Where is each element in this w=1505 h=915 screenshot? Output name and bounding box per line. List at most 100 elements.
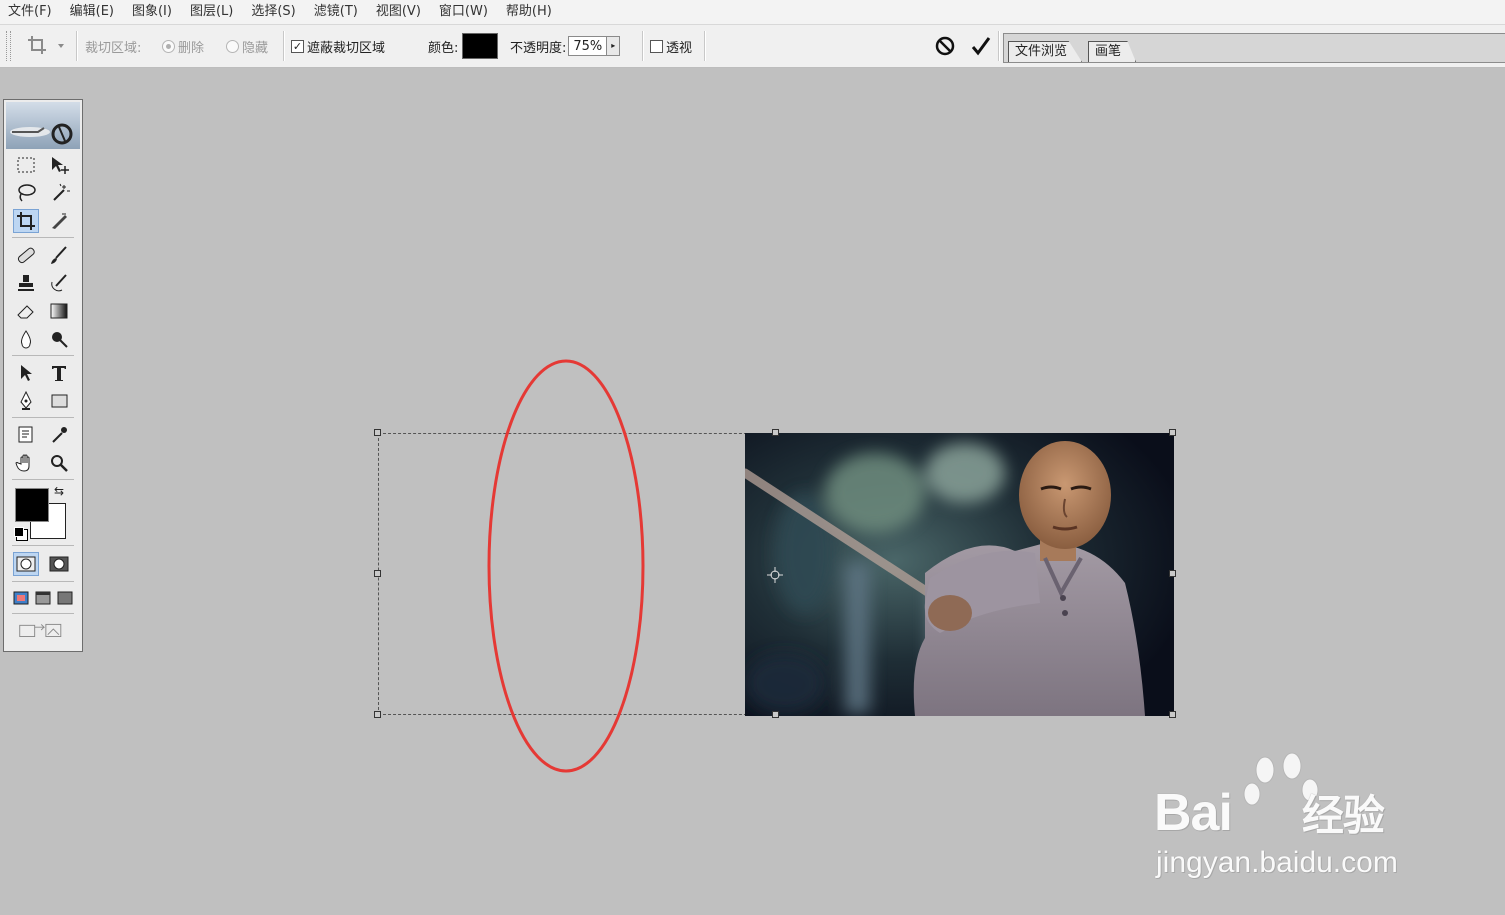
crop-handle-middle-right[interactable] xyxy=(1169,570,1176,577)
toolbox-separator xyxy=(12,545,74,546)
lasso-icon xyxy=(18,184,36,202)
hide-radio[interactable]: 隐藏 xyxy=(226,25,268,67)
marquee-tool[interactable] xyxy=(13,153,39,177)
gradient-tool[interactable] xyxy=(46,299,72,323)
palette-well: 文件浏览 画笔 xyxy=(1003,33,1505,63)
rectangular-marquee-icon xyxy=(17,157,35,173)
toolbox-separator xyxy=(12,479,74,480)
menu-view[interactable]: 视图(V) xyxy=(367,0,430,24)
lasso-tool[interactable] xyxy=(13,181,39,205)
crop-handle-top-center[interactable] xyxy=(772,429,779,436)
slice-tool[interactable] xyxy=(46,209,72,233)
move-tool[interactable] xyxy=(46,153,72,177)
foreground-color-swatch[interactable] xyxy=(15,488,49,522)
full-screen-mode-button[interactable] xyxy=(54,586,76,610)
bandage-icon xyxy=(17,247,35,264)
jump-to-imageready-icon xyxy=(19,623,62,638)
type-tool[interactable] xyxy=(46,361,72,385)
cancel-button[interactable] xyxy=(934,25,956,67)
magic-wand-icon xyxy=(53,183,70,201)
commit-button[interactable] xyxy=(970,25,992,67)
menu-layer[interactable]: 图层(L) xyxy=(181,0,242,24)
hand-tool[interactable] xyxy=(13,451,39,475)
brush-tool[interactable] xyxy=(46,243,72,267)
crop-handle-middle-left[interactable] xyxy=(374,570,381,577)
perspective-checkbox-box[interactable] xyxy=(650,39,663,53)
eyedropper-icon xyxy=(52,427,67,443)
clone-stamp-tool[interactable] xyxy=(13,271,39,295)
dodge-tool[interactable] xyxy=(46,327,72,351)
crop-handle-bottom-left[interactable] xyxy=(374,711,381,718)
crop-icon xyxy=(17,212,35,230)
eraser-tool[interactable] xyxy=(13,299,39,323)
shield-color-swatch[interactable] xyxy=(462,33,499,59)
note-icon xyxy=(18,426,33,443)
delete-radio-button[interactable] xyxy=(162,39,175,53)
crosshair-center-icon[interactable] xyxy=(767,567,783,583)
watermark-brand: Bai 经验 xyxy=(1154,782,1385,843)
type-t-icon xyxy=(52,366,66,381)
full-screen-menu-mode-button[interactable] xyxy=(32,586,54,610)
stamp-icon xyxy=(18,275,34,291)
watermark-suffix-text: 经验 xyxy=(1301,792,1385,839)
delete-radio[interactable]: 删除 xyxy=(162,25,204,67)
screen-mode-full-icon xyxy=(57,591,73,605)
cancel-icon xyxy=(935,36,955,56)
menu-select[interactable]: 选择(S) xyxy=(242,0,304,24)
crop-handle-bottom-right[interactable] xyxy=(1169,711,1176,718)
notes-tool[interactable] xyxy=(13,423,39,447)
standard-screen-mode-button[interactable] xyxy=(10,586,32,610)
opacity-value[interactable]: 75% xyxy=(569,39,606,54)
swap-colors-icon[interactable]: ⇆ xyxy=(54,484,64,498)
crop-tool[interactable] xyxy=(13,209,39,233)
standard-mode-button[interactable] xyxy=(13,552,39,576)
annotation-ellipse xyxy=(487,359,645,773)
options-bar-grip[interactable] xyxy=(6,31,11,61)
healing-brush-tool[interactable] xyxy=(13,243,39,267)
shield-checkbox-box[interactable]: ✓ xyxy=(291,39,304,53)
crop-handle-bottom-center[interactable] xyxy=(772,711,779,718)
shield-color-control[interactable]: 颜色: xyxy=(428,25,499,67)
shape-tool[interactable] xyxy=(46,389,72,413)
hand-icon xyxy=(15,454,30,472)
history-brush-icon xyxy=(51,274,67,292)
watermark-url: jingyan.baidu.com xyxy=(1156,846,1398,879)
delete-label: 删除 xyxy=(178,40,205,56)
hide-label: 隐藏 xyxy=(242,40,269,56)
default-colors-icon[interactable] xyxy=(14,527,24,537)
brush-icon xyxy=(51,246,67,264)
slice-knife-icon xyxy=(52,213,67,229)
blur-tool[interactable] xyxy=(13,327,39,351)
standard-mode-icon xyxy=(16,556,36,572)
pen-tool[interactable] xyxy=(13,389,39,413)
menu-image[interactable]: 图象(I) xyxy=(123,0,181,24)
menu-filter[interactable]: 滤镜(T) xyxy=(305,0,367,24)
opacity-field[interactable]: 75% ▸ xyxy=(568,36,621,56)
screen-mode-standard-icon xyxy=(13,591,29,605)
menu-help[interactable]: 帮助(H) xyxy=(497,0,561,24)
toolbox-separator xyxy=(12,613,74,614)
magic-wand-tool[interactable] xyxy=(46,181,72,205)
tool-preset-picker[interactable] xyxy=(26,25,66,67)
opacity-slider-arrow-icon[interactable]: ▸ xyxy=(606,37,620,55)
menu-edit[interactable]: 编辑(E) xyxy=(61,0,123,24)
separator xyxy=(642,31,644,61)
menu-window[interactable]: 窗口(W) xyxy=(430,0,497,24)
eyedropper-tool[interactable] xyxy=(46,423,72,447)
zoom-tool[interactable] xyxy=(46,451,72,475)
separator xyxy=(998,31,1000,61)
tab-brushes[interactable]: 画笔 xyxy=(1088,41,1137,62)
crop-handle-top-left[interactable] xyxy=(374,429,381,436)
path-selection-tool[interactable] xyxy=(13,361,39,385)
quick-mask-button[interactable] xyxy=(46,552,72,576)
tab-file-browser[interactable]: 文件浏览 xyxy=(1008,41,1083,62)
shield-checkbox[interactable]: ✓ 遮蔽裁切区域 xyxy=(291,25,385,67)
jump-to-imageready-button[interactable] xyxy=(14,618,74,642)
perspective-checkbox[interactable]: 透视 xyxy=(650,25,692,67)
hide-radio-button[interactable] xyxy=(226,39,239,53)
document-image xyxy=(745,433,1174,716)
toolbox-header-logo[interactable] xyxy=(6,102,80,149)
history-brush-tool[interactable] xyxy=(46,271,72,295)
crop-handle-top-right[interactable] xyxy=(1169,429,1176,436)
menu-file[interactable]: 文件(F) xyxy=(0,0,61,24)
